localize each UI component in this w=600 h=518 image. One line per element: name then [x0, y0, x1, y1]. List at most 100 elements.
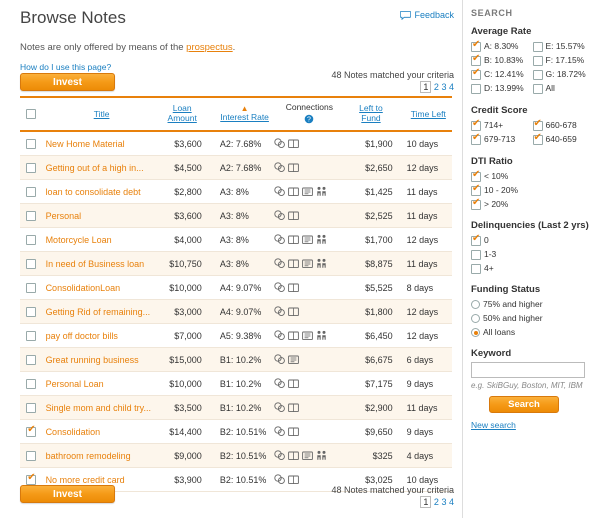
group-icon[interactable]: [274, 258, 286, 269]
credit-score-option[interactable]: 679-713: [471, 133, 533, 146]
book-icon[interactable]: [288, 163, 300, 173]
pager-page-3-top[interactable]: 3: [441, 82, 446, 92]
table-row[interactable]: Personal $3,600 A3: 8% $2,525 11 days: [20, 203, 452, 228]
dti-ratio-option[interactable]: > 20%: [471, 198, 594, 211]
book2-icon[interactable]: [302, 331, 314, 341]
dti-ratio-label[interactable]: < 10%: [484, 170, 508, 183]
note-title-link[interactable]: Personal: [46, 211, 82, 221]
note-title-link[interactable]: Getting out of a high in...: [46, 163, 144, 173]
group-icon[interactable]: [274, 210, 286, 221]
book-icon[interactable]: [288, 427, 300, 437]
note-title-link[interactable]: loan to consolidate debt: [46, 187, 141, 197]
people-icon[interactable]: [316, 330, 327, 341]
keyword-input[interactable]: [471, 362, 585, 378]
table-row[interactable]: Single mom and child try... $3,500 B1: 10.…: [20, 395, 452, 420]
average-rate-checkbox[interactable]: [471, 68, 481, 80]
row-select-checkbox[interactable]: [26, 138, 37, 149]
row-select-checkbox[interactable]: [26, 186, 37, 197]
book-icon[interactable]: [288, 307, 300, 317]
new-search-link[interactable]: New search: [471, 420, 594, 430]
delinquencies-option[interactable]: 0: [471, 234, 594, 247]
funding-status-label[interactable]: 75% and higher: [483, 298, 543, 311]
group-icon[interactable]: [274, 330, 286, 341]
delinquencies-checkbox[interactable]: [471, 263, 481, 274]
funding-status-label[interactable]: 50% and higher: [483, 312, 543, 325]
average-rate-label[interactable]: C: 12.41%: [484, 68, 524, 81]
average-rate-option[interactable]: F: 17.15%: [532, 54, 595, 67]
table-row[interactable]: New Home Material $3,600 A2: 7.68% $1,900 10…: [20, 131, 452, 156]
note-title-link[interactable]: New Home Material: [46, 139, 125, 149]
row-select-checkbox[interactable]: [26, 354, 37, 365]
row-select-cell[interactable]: [20, 155, 43, 180]
header-time-left-link[interactable]: Time Left: [411, 109, 446, 120]
table-row[interactable]: Getting Rid of remaining... $3,000 A4: 9.0…: [20, 299, 452, 324]
average-rate-option[interactable]: C: 12.41%: [471, 68, 533, 81]
row-select-checkbox[interactable]: [26, 330, 37, 341]
table-row[interactable]: Consolidation $14,400 B2: 10.51% $9,650 9 da…: [20, 419, 452, 444]
funding-status-option[interactable]: 75% and higher: [471, 298, 594, 311]
group-icon[interactable]: [274, 378, 286, 389]
book-icon[interactable]: [288, 235, 300, 245]
row-select-cell[interactable]: [20, 371, 43, 396]
average-rate-option[interactable]: All: [532, 82, 595, 95]
header-left-to-fund-link[interactable]: Left to Fund: [349, 103, 392, 124]
note-title-link[interactable]: Consolidation: [46, 427, 101, 437]
credit-score-label[interactable]: 660-678: [546, 119, 577, 132]
credit-score-checkbox[interactable]: [532, 133, 543, 145]
average-rate-checkbox[interactable]: [532, 69, 543, 80]
note-title-link[interactable]: pay off doctor bills: [46, 331, 118, 341]
header-title-link[interactable]: Title: [94, 109, 110, 120]
row-select-cell[interactable]: [20, 251, 43, 276]
header-select-all[interactable]: [20, 96, 43, 132]
row-select-checkbox[interactable]: [26, 402, 37, 413]
row-select-cell[interactable]: [20, 131, 43, 156]
row-select-checkbox[interactable]: [26, 378, 37, 389]
book-icon[interactable]: [288, 259, 300, 269]
pager-page-1-bottom[interactable]: 1: [420, 496, 432, 508]
header-interest-rate[interactable]: ▲ Interest Rate: [209, 96, 272, 132]
row-select-checkbox[interactable]: [26, 425, 37, 437]
credit-score-label[interactable]: 714+: [484, 119, 503, 132]
average-rate-label[interactable]: All: [546, 82, 555, 95]
average-rate-checkbox[interactable]: [532, 55, 543, 66]
dti-ratio-label[interactable]: > 20%: [484, 198, 508, 211]
group-icon[interactable]: [274, 450, 286, 461]
row-select-checkbox[interactable]: [26, 450, 37, 461]
delinquencies-option[interactable]: 1-3: [471, 248, 594, 261]
average-rate-option[interactable]: G: 18.72%: [532, 68, 595, 81]
average-rate-checkbox[interactable]: [532, 41, 543, 52]
credit-score-option[interactable]: 714+: [471, 119, 533, 132]
row-select-cell[interactable]: [20, 443, 43, 468]
book-icon[interactable]: [288, 379, 300, 389]
group-icon[interactable]: [274, 354, 286, 365]
delinquencies-checkbox[interactable]: [471, 249, 481, 260]
average-rate-label[interactable]: B: 10.83%: [484, 54, 523, 67]
delinquencies-label[interactable]: 0: [484, 234, 489, 247]
row-select-cell[interactable]: [20, 419, 43, 444]
header-title[interactable]: Title: [42, 96, 161, 132]
row-select-checkbox[interactable]: [26, 210, 37, 221]
group-icon[interactable]: [274, 282, 286, 293]
row-select-checkbox[interactable]: [26, 282, 37, 293]
average-rate-checkbox[interactable]: [471, 40, 481, 52]
row-select-checkbox[interactable]: [26, 306, 37, 317]
how-to-use-link[interactable]: How do I use this page?: [20, 62, 111, 72]
credit-score-option[interactable]: 640-659: [532, 133, 595, 146]
average-rate-option[interactable]: D: 13.99%: [471, 82, 533, 95]
note-title-link[interactable]: Getting Rid of remaining...: [46, 307, 151, 317]
dti-ratio-checkbox[interactable]: [471, 184, 481, 196]
book2-icon[interactable]: [288, 355, 300, 365]
book-icon[interactable]: [288, 403, 300, 413]
header-left-to-fund[interactable]: Left to Fund: [347, 96, 401, 132]
row-select-cell[interactable]: [20, 227, 43, 252]
average-rate-label[interactable]: A: 8.30%: [484, 40, 519, 53]
table-row[interactable]: loan to consolidate debt $2,800 A3: 8% $1,4…: [20, 179, 452, 204]
book-icon[interactable]: [288, 211, 300, 221]
book-icon[interactable]: [288, 283, 300, 293]
funding-status-radio[interactable]: [471, 314, 480, 323]
row-select-cell[interactable]: [20, 275, 43, 300]
table-row[interactable]: Getting out of a high in... $4,500 A2: 7.6…: [20, 155, 452, 180]
table-row[interactable]: bathroom remodeling $9,000 B2: 10.51% $325 4…: [20, 443, 452, 468]
group-icon[interactable]: [274, 234, 286, 245]
prospectus-link[interactable]: prospectus: [186, 42, 232, 53]
